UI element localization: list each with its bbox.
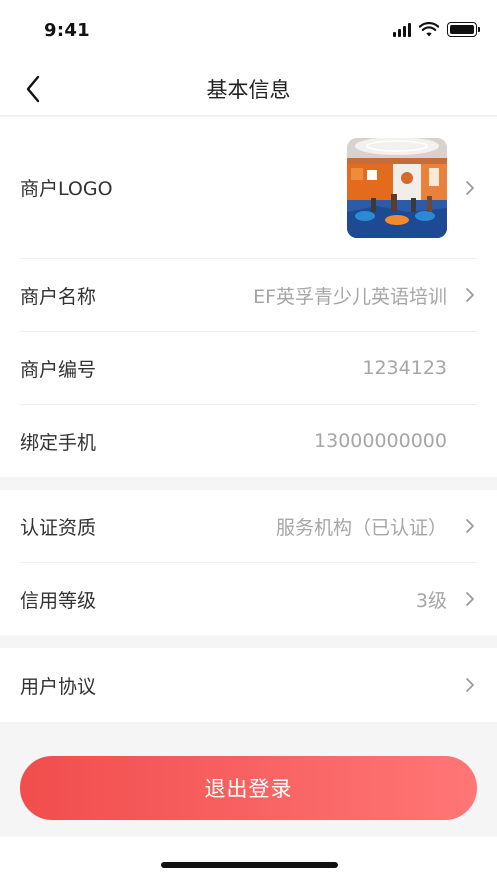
qualification-group: 认证资质 服务机构（已认证） 信用等级 3级 [0, 490, 497, 635]
credit-level-value: 3级 [415, 589, 447, 612]
merchant-id-value: 1234123 [362, 357, 447, 379]
merchant-info-group: 商户LOGO 商户名称 EF英孚青少儿英语培训 商户编号 1234123 绑定手… [0, 117, 497, 477]
home-indicator-area [0, 837, 497, 883]
page-title: 基本信息 [206, 78, 291, 102]
status-time: 9:41 [44, 20, 90, 41]
certification-row[interactable]: 认证资质 服务机构（已认证） [20, 490, 477, 563]
merchant-id-row: 商户编号 1234123 [20, 332, 477, 405]
classroom-photo-icon [347, 137, 447, 238]
merchant-logo-row[interactable]: 商户LOGO [20, 117, 477, 259]
merchant-logo-image[interactable] [347, 137, 447, 238]
bound-phone-row: 绑定手机 13000000000 [20, 405, 477, 477]
merchant-name-value: EF英孚青少儿英语培训 [253, 285, 447, 308]
merchant-name-label: 商户名称 [20, 285, 97, 308]
merchant-id-label: 商户编号 [20, 358, 97, 381]
credit-level-row[interactable]: 信用等级 3级 [20, 563, 477, 635]
logout-area: 退出登录 [0, 722, 497, 837]
chevron-right-icon [463, 516, 477, 536]
credit-level-label: 信用等级 [20, 589, 97, 612]
status-icons [393, 22, 480, 37]
home-indicator[interactable] [161, 862, 338, 868]
bound-phone-value: 13000000000 [314, 430, 447, 452]
merchant-logo-label: 商户LOGO [20, 178, 113, 200]
chevron-right-icon [463, 589, 477, 609]
user-agreement-row[interactable]: 用户协议 [20, 648, 477, 722]
wifi-icon [419, 22, 439, 37]
chevron-right-icon [463, 675, 477, 695]
navigation-bar: 基本信息 [0, 60, 497, 116]
status-bar: 9:41 [0, 0, 497, 60]
bound-phone-label: 绑定手机 [20, 431, 97, 454]
user-agreement-label: 用户协议 [20, 675, 97, 698]
chevron-right-icon [463, 285, 477, 305]
agreement-group: 用户协议 [0, 648, 497, 722]
certification-label: 认证资质 [20, 516, 97, 539]
battery-icon [447, 22, 480, 37]
certification-value: 服务机构（已认证） [275, 516, 447, 539]
merchant-name-row[interactable]: 商户名称 EF英孚青少儿英语培训 [20, 259, 477, 332]
cellular-signal-icon [393, 22, 411, 37]
logout-button[interactable]: 退出登录 [20, 756, 477, 820]
chevron-right-icon [463, 178, 477, 198]
